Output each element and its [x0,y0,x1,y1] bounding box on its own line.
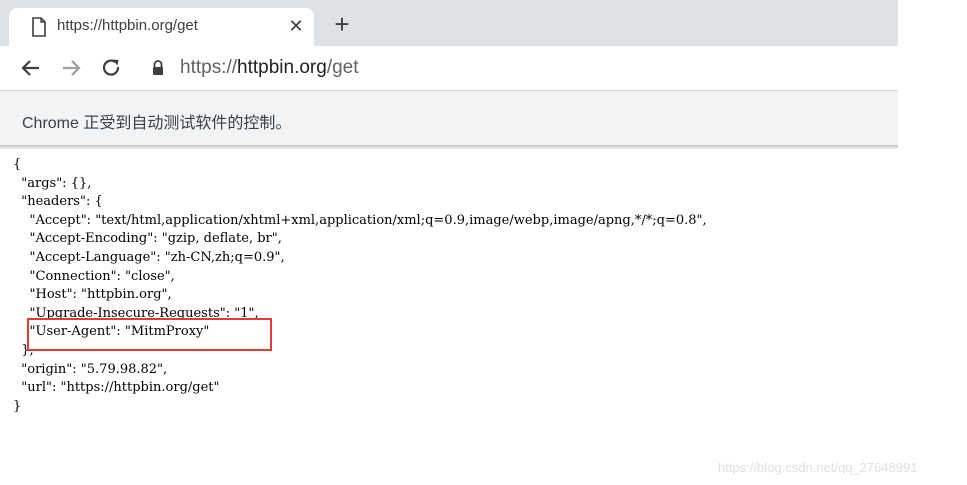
infobar-text: Chrome 正受到自动测试软件的控制。 [22,115,292,132]
new-tab-button[interactable]: + [330,10,354,38]
json-line: "Accept-Encoding": "gzip, deflate, br", [13,231,282,247]
json-line: "Host": "httpbin.org", [13,287,172,303]
address-bar-url[interactable]: https://httpbin.org/get [180,57,359,79]
json-line: "Connection": "close", [13,268,175,284]
tab-title: https://httpbin.org/get [57,17,198,34]
json-line: { [13,157,22,172]
json-response: { "args": {}, "headers": { "Accept": "te… [13,156,893,416]
infobar-shadow [0,146,898,150]
automation-infobar: Chrome 正受到自动测试软件的控制。 [0,91,898,146]
active-tab[interactable]: https://httpbin.org/get ✕ [9,8,314,46]
json-line: "args": {}, [13,175,92,191]
url-path: /get [326,57,359,78]
json-line: } [13,398,22,414]
browser-window: https://httpbin.org/get ✕ + https://http… [0,0,898,445]
json-line: "url": "https://httpbin.org/get" [13,380,220,396]
url-host: httpbin.org [237,57,327,78]
url-scheme: https:// [180,57,238,78]
lock-icon[interactable] [151,60,165,76]
json-line: "Accept-Language": "zh-CN,zh;q=0.9", [13,249,285,265]
watermark: https://blog.csdn.net/qq_27648991 [718,460,918,475]
user-agent-highlight-box [27,318,272,351]
page-icon [31,17,47,37]
close-tab-icon[interactable]: ✕ [286,14,306,38]
json-line: "origin": "5.79.98.82", [13,361,168,377]
json-line: "Accept": "text/html,application/xhtml+x… [13,212,707,228]
tab-strip: https://httpbin.org/get ✕ + [0,0,898,46]
forward-arrow-icon[interactable] [57,54,85,82]
back-arrow-icon[interactable] [17,54,45,82]
json-line: "headers": { [13,194,103,210]
reload-icon[interactable] [97,54,125,82]
toolbar: https://httpbin.org/get [0,46,898,91]
